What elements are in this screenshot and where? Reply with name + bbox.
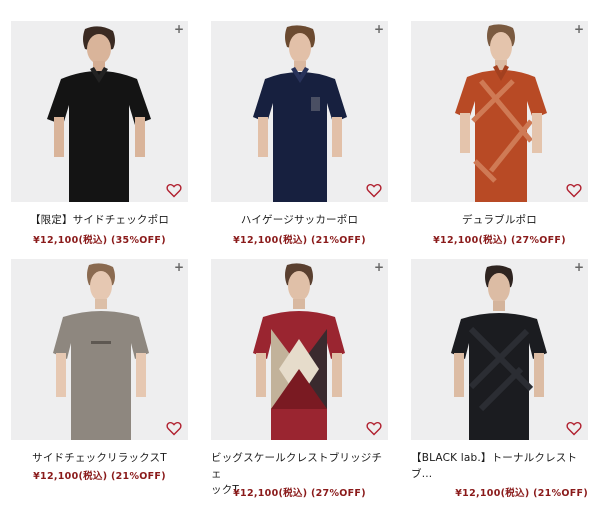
- model-photo: [53, 263, 149, 440]
- product-price: ¥12,100(税込) (21%OFF): [233, 235, 366, 246]
- heart-outline-icon[interactable]: [366, 183, 382, 198]
- model-photo: [253, 25, 347, 202]
- heart-outline-icon[interactable]: [566, 183, 582, 198]
- product-name[interactable]: 【限定】サイドチェックポロ: [11, 212, 188, 228]
- plus-icon[interactable]: +: [374, 23, 384, 35]
- heart-outline-icon[interactable]: [566, 421, 582, 436]
- product-name[interactable]: 【BLACK lab.】トーナルクレスト ブ...: [411, 450, 588, 482]
- product-image[interactable]: +: [11, 259, 188, 440]
- product-price: ¥12,100(税込) (21%OFF): [455, 488, 588, 499]
- plus-icon[interactable]: +: [174, 261, 184, 273]
- product-image[interactable]: +: [411, 21, 588, 202]
- product-price: ¥12,100(税込) (21%OFF): [33, 471, 166, 482]
- product-image[interactable]: +: [211, 21, 388, 202]
- plus-icon[interactable]: +: [174, 23, 184, 35]
- heart-outline-icon[interactable]: [366, 421, 382, 436]
- product-image[interactable]: +: [11, 21, 188, 202]
- heart-outline-icon[interactable]: [166, 183, 182, 198]
- plus-icon[interactable]: +: [374, 261, 384, 273]
- product-name[interactable]: デュラブルポロ: [411, 212, 588, 228]
- plus-icon[interactable]: +: [574, 23, 584, 35]
- product-name-line-1: ビッグスケールクレストブリッジチェ: [211, 452, 383, 480]
- product-price: ¥12,100(税込) (27%OFF): [233, 488, 366, 499]
- model-photo: [47, 26, 151, 202]
- model-photo: [455, 24, 547, 202]
- product-name-line-2: ブ...: [411, 468, 433, 480]
- model-photo: [451, 265, 547, 440]
- product-name-line-1: 【BLACK lab.】トーナルクレスト: [411, 452, 578, 464]
- heart-outline-icon[interactable]: [166, 421, 182, 436]
- plus-icon[interactable]: +: [574, 261, 584, 273]
- product-name[interactable]: サイドチェックリラックスT: [11, 450, 188, 466]
- product-grid: + 【限定】サイドチェックポロ ¥12,100(税込) (35%OFF) + ハ…: [0, 0, 600, 507]
- product-image[interactable]: +: [411, 259, 588, 440]
- product-price: ¥12,100(税込) (27%OFF): [433, 235, 566, 246]
- product-name[interactable]: ハイゲージサッカーポロ: [211, 212, 388, 228]
- product-image[interactable]: +: [211, 259, 388, 440]
- model-photo: [253, 263, 345, 440]
- product-price: ¥12,100(税込) (35%OFF): [33, 235, 166, 246]
